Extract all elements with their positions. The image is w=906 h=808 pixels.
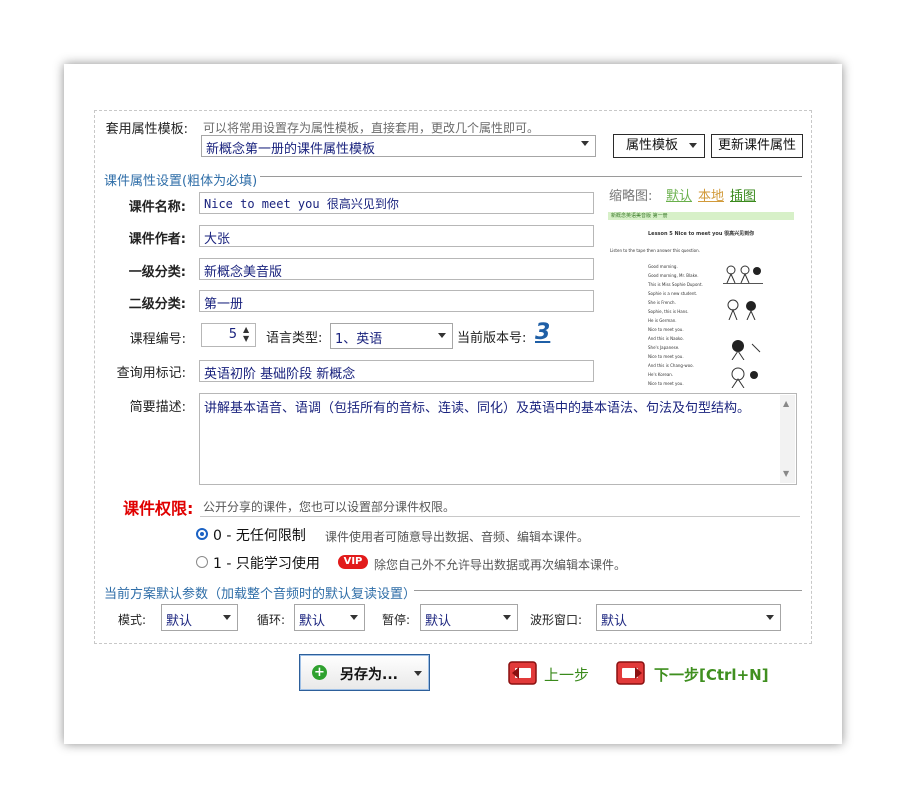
cat1-field[interactable]: 新概念美音版 xyxy=(199,258,594,280)
perm-label: 课件权限: xyxy=(123,499,194,518)
thumbnail-default-link[interactable]: 默认 xyxy=(666,185,692,204)
wave-select-value: 默认 xyxy=(601,614,628,629)
thumb-row: She's Japanese. xyxy=(648,345,680,350)
cat1-label: 一级分类: xyxy=(128,265,186,280)
wave-select[interactable]: 默认 xyxy=(596,604,781,631)
next-step-button[interactable]: 下一步[Ctrl+N] xyxy=(614,659,774,687)
lang-select-value: 1、英语 xyxy=(335,332,383,347)
loop-select-value: 默认 xyxy=(299,614,326,629)
author-field[interactable]: 大张 xyxy=(199,225,594,247)
thumb-row: Good morning. xyxy=(648,264,678,269)
thumbnail-local-link[interactable]: 本地 xyxy=(698,185,724,204)
thumbnail-illus-link[interactable]: 插图 xyxy=(730,185,756,204)
template-label: 套用属性模板: xyxy=(105,122,188,137)
thumb-illustration xyxy=(723,298,768,321)
loop-select[interactable]: 默认 xyxy=(294,604,365,631)
save-as-label: 另存为... xyxy=(340,667,398,683)
next-arrow-icon xyxy=(616,661,645,685)
thumb-illustration xyxy=(726,338,766,361)
template-select-value: 新概念第一册的课件属性模板 xyxy=(206,142,376,157)
perm-option1-desc: 除您自己外不允许导出数据或再次编辑本课件。 xyxy=(374,558,627,572)
defaults-section-divider xyxy=(414,590,802,591)
prev-step-label: 上一步 xyxy=(544,666,590,684)
perm-option0-label[interactable]: 0 - 无任何限制 xyxy=(213,525,306,545)
thumb-row: This is Miss Sophie Dupont. xyxy=(648,282,703,287)
thumb-row: She is French. xyxy=(648,300,676,305)
chevron-down-icon xyxy=(438,333,446,338)
thumb-header: 新概念英语美音版 第一册 xyxy=(608,212,794,220)
thumb-row: Sophie, this is Hans. xyxy=(648,309,689,314)
scroll-up-icon[interactable]: ▲ xyxy=(783,399,789,408)
save-as-button[interactable]: + 另存为... xyxy=(299,654,430,691)
perm-option1-label[interactable]: 1 - 只能学习使用 xyxy=(213,553,320,573)
number-label: 课程编号: xyxy=(129,332,186,347)
stepper-arrows-icon[interactable]: ▲ ▼ xyxy=(243,325,249,343)
name-label: 课件名称: xyxy=(128,200,186,215)
thumb-row: Nice to meet you. xyxy=(648,327,684,332)
chevron-down-icon xyxy=(223,615,231,620)
number-value: 5 xyxy=(228,327,237,342)
thumb-row: He's Korean. xyxy=(648,372,674,377)
thumbnail-label: 缩略图: xyxy=(609,189,653,204)
mode-select-value: 默认 xyxy=(166,614,193,629)
thumb-row: He is German. xyxy=(648,318,677,323)
perm-option1-radio[interactable] xyxy=(196,556,208,568)
chevron-down-icon xyxy=(689,143,697,148)
thumb-illustration xyxy=(726,366,766,389)
next-step-label: 下一步[Ctrl+N] xyxy=(654,666,769,684)
cat2-field[interactable]: 第一册 xyxy=(199,290,594,312)
thumb-row: Nice to meet you. xyxy=(648,381,684,386)
chevron-down-icon xyxy=(766,615,774,620)
thumb-illustration xyxy=(723,263,763,284)
template-select[interactable]: 新概念第一册的课件属性模板 xyxy=(201,135,596,157)
cat2-label: 二级分类: xyxy=(128,297,186,312)
desc-scrollbar[interactable]: ▲ ▼ xyxy=(780,395,795,483)
lang-select[interactable]: 1、英语 xyxy=(330,323,453,349)
chevron-down-icon xyxy=(503,615,511,620)
vip-badge: VIP xyxy=(338,555,368,569)
chevron-down-icon xyxy=(581,141,589,146)
pause-select[interactable]: 默认 xyxy=(420,604,518,631)
chevron-down-icon xyxy=(350,615,358,620)
tags-label: 查询用标记: xyxy=(116,366,186,381)
loop-label: 循环: xyxy=(257,613,286,627)
chevron-down-icon xyxy=(414,671,422,676)
version-label: 当前版本号: xyxy=(457,331,527,346)
prev-arrow-icon xyxy=(508,661,537,685)
perm-divider xyxy=(200,516,800,517)
pause-label: 暂停: xyxy=(382,613,411,627)
thumb-row: Good morning, Mr. Blake. xyxy=(648,273,699,278)
perm-hint: 公开分享的课件，您也可以设置部分课件权限。 xyxy=(203,500,456,514)
template-button[interactable]: 属性模板 xyxy=(613,134,705,158)
thumb-row: Sophie is a new student. xyxy=(648,291,698,296)
props-section-divider xyxy=(260,176,802,177)
template-button-label: 属性模板 xyxy=(626,138,679,153)
thumb-row: And this is Naoko. xyxy=(648,336,684,341)
thumb-row: Nice to meet you. xyxy=(648,354,684,359)
thumbnail-preview: 新概念英语美音版 第一册 Lesson 5 Nice to meet you 很… xyxy=(608,208,794,392)
perm-option0-desc: 课件使用者可随意导出数据、音频、编辑本课件。 xyxy=(325,530,590,544)
author-label: 课件作者: xyxy=(128,232,186,247)
tags-field[interactable]: 英语初阶 基础阶段 新概念 xyxy=(199,360,594,382)
mode-select[interactable]: 默认 xyxy=(161,604,238,631)
props-section-title: 课件属性设置(粗体为必填) xyxy=(104,174,258,189)
prev-step-button[interactable]: 上一步 xyxy=(506,659,606,687)
lang-label: 语言类型: xyxy=(266,331,323,346)
update-props-button[interactable]: 更新课件属性 xyxy=(711,134,803,158)
desc-textarea[interactable]: 讲解基本语音、语调（包括所有的音标、连读、同化）及英语中的基本语法、句法及句型结… xyxy=(199,393,797,485)
wave-label: 波形窗口: xyxy=(530,613,583,627)
defaults-section-title: 当前方案默认参数（加载整个音频时的默认复读设置） xyxy=(104,587,417,602)
template-hint: 可以将常用设置存为属性模板，直接套用，更改几个属性即可。 xyxy=(203,121,540,135)
thumb-row: And this is Chang-woo. xyxy=(648,363,694,368)
add-icon: + xyxy=(312,665,327,680)
name-field[interactable]: Nice to meet you 很高兴见到你 xyxy=(199,192,594,214)
scroll-down-icon[interactable]: ▼ xyxy=(783,469,789,478)
thumb-lesson-title: Lesson 5 Nice to meet you 很高兴见到你 xyxy=(648,231,755,237)
desc-label: 简要描述: xyxy=(129,400,186,415)
perm-option0-radio[interactable] xyxy=(196,528,208,540)
pause-select-value: 默认 xyxy=(425,614,452,629)
version-number: 3 xyxy=(535,320,551,345)
mode-label: 模式: xyxy=(118,613,147,627)
thumb-question: Listen to the tape then answer this ques… xyxy=(610,248,700,253)
